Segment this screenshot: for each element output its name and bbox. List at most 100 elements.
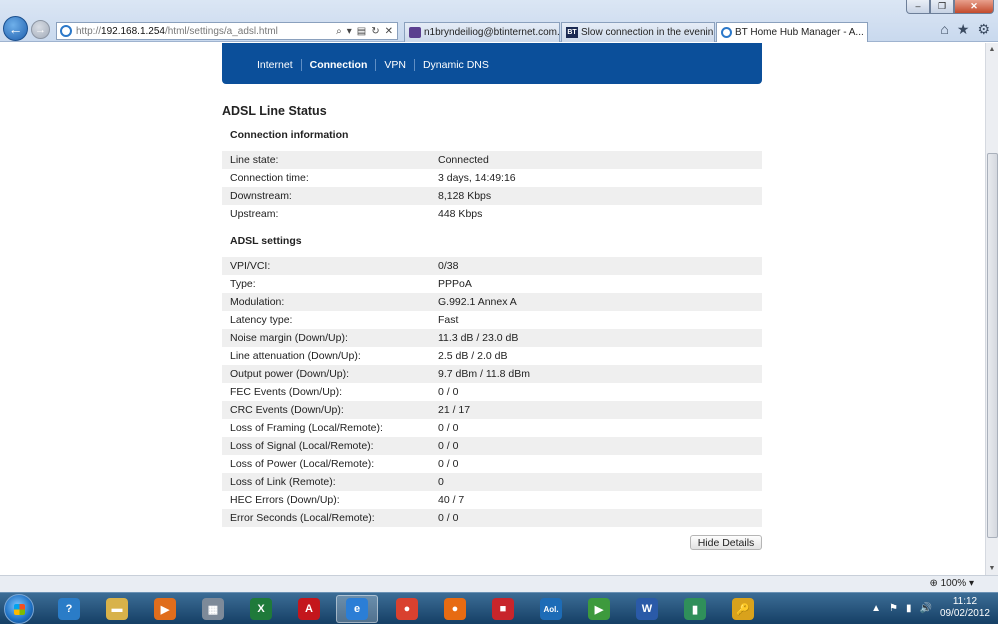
hide-details-button[interactable]: Hide Details: [690, 535, 762, 550]
clock[interactable]: 11:12 09/02/2012: [940, 596, 990, 620]
row-value: 0 / 0: [438, 458, 459, 470]
subnav-dynamic-dns[interactable]: Dynamic DNS: [423, 59, 489, 71]
subnav-internet[interactable]: Internet: [257, 59, 293, 71]
row-label: CRC Events (Down/Up):: [230, 404, 344, 416]
taskbar-app-video-app[interactable]: ▶: [578, 595, 620, 623]
browser-toolbar: ⌂ ★ ⚙: [940, 21, 990, 38]
address-bar[interactable]: http://192.168.1.254/html/settings/a_ads…: [56, 22, 398, 40]
row-value: 21 / 17: [438, 404, 471, 416]
table-row: Connection time: 3 days, 14:49:16: [222, 169, 762, 187]
taskbar-app-media-player[interactable]: ▶: [144, 595, 186, 623]
taskbar-app-book[interactable]: ▮: [674, 595, 716, 623]
taskbar-app-explorer-folder[interactable]: ▬: [96, 595, 138, 623]
url-text[interactable]: http://192.168.1.254/html/settings/a_ads…: [76, 26, 336, 37]
row-label: Type:: [230, 278, 256, 290]
row-label: Latency type:: [230, 314, 293, 326]
table-row: Downstream: 8,128 Kbps: [222, 187, 762, 205]
compatibility-view-icon[interactable]: ▤: [357, 26, 366, 37]
tab-bt-home-hub[interactable]: BT Home Hub Manager - A... ✕: [716, 22, 868, 42]
scroll-up-arrow-icon[interactable]: ▲: [986, 43, 998, 56]
table-row: HEC Errors (Down/Up): 40 / 7: [222, 491, 762, 509]
tab-label: n1bryndeiliog@btinternet.com...: [424, 27, 560, 38]
home-icon[interactable]: ⌂: [940, 21, 948, 38]
vertical-scrollbar[interactable]: ▲ ▼: [985, 43, 998, 575]
zoom-level: 100%: [940, 578, 967, 589]
tab-label: Slow connection in the evenin...: [581, 27, 715, 38]
adsl-section-title: ADSL settings: [230, 235, 302, 247]
forward-arrow-icon: →: [35, 23, 46, 36]
taskbar-app-internet-explorer[interactable]: e: [336, 595, 378, 623]
tab-email[interactable]: n1bryndeiliog@btinternet.com...: [404, 22, 560, 42]
row-value: 3 days, 14:49:16: [438, 172, 516, 184]
chrome-icon: ●: [396, 598, 418, 620]
table-row: Line state: Connected: [222, 151, 762, 169]
table-row: CRC Events (Down/Up): 21 / 17: [222, 401, 762, 419]
adsl-settings-table: VPI/VCI: 0/38 Type: PPPoA Modulation: G.992.1…: [222, 257, 762, 527]
acrobat-icon: A: [298, 598, 320, 620]
tools-gear-icon[interactable]: ⚙: [977, 21, 990, 38]
start-button[interactable]: [4, 594, 34, 624]
page-title: ADSL Line Status: [222, 104, 327, 118]
row-value: 11.3 dB / 23.0 dB: [438, 332, 519, 344]
table-row: Noise margin (Down/Up): 11.3 dB / 23.0 dB: [222, 329, 762, 347]
table-row: Loss of Link (Remote): 0: [222, 473, 762, 491]
chevron-down-icon: ▾: [968, 578, 974, 589]
nav-divider: [300, 59, 302, 71]
close-window-button[interactable]: ✕: [954, 0, 994, 14]
taskbar-app-flag-app[interactable]: ■: [482, 595, 524, 623]
row-label: Modulation:: [230, 296, 285, 308]
tab-slow-connection[interactable]: BT Slow connection in the evenin...: [561, 22, 715, 42]
row-label: Error Seconds (Local/Remote):: [230, 512, 375, 524]
search-icon[interactable]: ⌕: [336, 26, 342, 37]
video-app-icon: ▶: [588, 598, 610, 620]
connection-info-table: Line state: Connected Connection time: 3 da…: [222, 151, 762, 223]
back-arrow-icon: ←: [8, 20, 23, 37]
network-icon[interactable]: ▮: [906, 603, 912, 614]
refresh-icon[interactable]: ↻: [371, 26, 379, 37]
row-value: 0 / 0: [438, 422, 459, 434]
taskbar-app-chrome[interactable]: ●: [386, 595, 428, 623]
row-value: Fast: [438, 314, 459, 326]
volume-icon[interactable]: 🔊: [919, 603, 931, 614]
bt-icon: BT: [566, 27, 578, 38]
taskbar-app-word[interactable]: W: [626, 595, 668, 623]
taskbar-app-aol[interactable]: Aol.: [530, 595, 572, 623]
page-viewport: Internet Connection VPN Dynamic DNS ADSL…: [0, 43, 985, 575]
scroll-down-arrow-icon[interactable]: ▼: [986, 562, 998, 575]
zoom-control[interactable]: ⊕ 100% ▾: [929, 578, 974, 589]
chevron-down-icon[interactable]: ▾: [347, 26, 352, 37]
stop-icon[interactable]: ✕: [385, 26, 393, 37]
subnav-vpn[interactable]: VPN: [384, 59, 406, 71]
help-icon: ?: [58, 598, 80, 620]
minimize-button[interactable]: –: [906, 0, 930, 14]
show-hidden-icons-icon[interactable]: ▲: [871, 603, 881, 614]
taskbar-app-firefox[interactable]: ●: [434, 595, 476, 623]
key-app-icon: 🔑: [732, 598, 754, 620]
favorites-star-icon[interactable]: ★: [957, 21, 970, 38]
aol-icon: Aol.: [540, 598, 562, 620]
taskbar-app-excel[interactable]: X: [240, 595, 282, 623]
settings-nav-band: Internet Connection VPN Dynamic DNS: [222, 43, 762, 84]
taskbar-app-acrobat[interactable]: A: [288, 595, 330, 623]
scrollbar-thumb[interactable]: [987, 153, 998, 538]
forward-button[interactable]: →: [31, 20, 50, 39]
table-row: Loss of Framing (Local/Remote): 0 / 0: [222, 419, 762, 437]
row-label: Loss of Framing (Local/Remote):: [230, 422, 383, 434]
url-host: 192.168.1.254: [101, 25, 165, 37]
table-row: FEC Events (Down/Up): 0 / 0: [222, 383, 762, 401]
row-label: Upstream:: [230, 208, 279, 220]
taskbar-app-key-app[interactable]: 🔑: [722, 595, 764, 623]
taskbar-app-help[interactable]: ?: [48, 595, 90, 623]
action-center-flag-icon[interactable]: ⚑: [889, 603, 898, 614]
row-value: 2.5 dB / 2.0 dB: [438, 350, 508, 362]
nav-divider: [375, 59, 377, 71]
table-row: Line attenuation (Down/Up): 2.5 dB / 2.0 …: [222, 347, 762, 365]
row-label: Noise margin (Down/Up):: [230, 332, 348, 344]
back-button[interactable]: ←: [3, 16, 28, 41]
restore-button[interactable]: ❐: [930, 0, 954, 14]
row-value: Connected: [438, 154, 489, 166]
subnav-connection[interactable]: Connection: [310, 59, 368, 71]
row-label: Loss of Power (Local/Remote):: [230, 458, 375, 470]
taskbar-app-calculator[interactable]: ▦: [192, 595, 234, 623]
explorer-folder-icon: ▬: [106, 598, 128, 620]
